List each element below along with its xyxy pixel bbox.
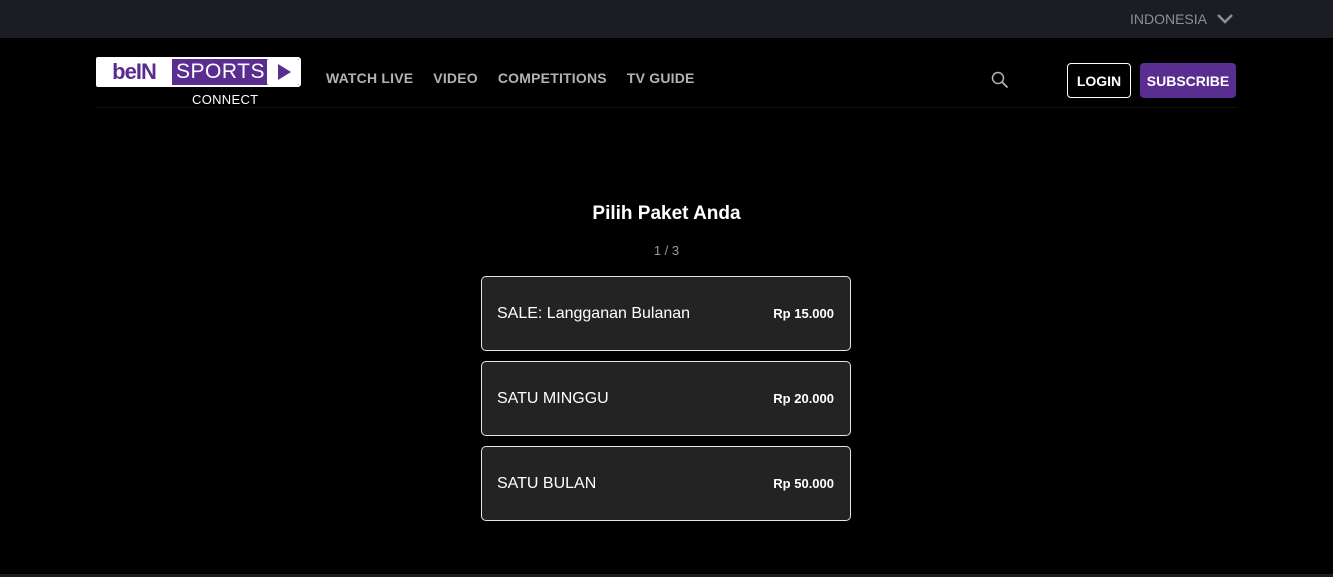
login-button[interactable]: LOGIN (1067, 63, 1131, 98)
logo-bein-text: beIN (96, 57, 172, 87)
plan-option[interactable]: SATU MINGGU Rp 20.000 (481, 361, 851, 436)
plan-price: Rp 15.000 (773, 306, 834, 321)
play-icon (267, 59, 299, 85)
step-indicator: 1 / 3 (653, 243, 680, 258)
nav-tv-guide[interactable]: TV GUIDE (627, 70, 695, 86)
region-selector[interactable]: INDONESIA (1130, 0, 1233, 38)
plan-option[interactable]: SALE: Langganan Bulanan Rp 15.000 (481, 276, 851, 351)
page-title: Pilih Paket Anda (592, 203, 741, 224)
logo-connect-text: CONNECT (192, 92, 259, 107)
chevron-down-icon (1217, 11, 1233, 27)
logo-sports-text: SPORTS (176, 60, 265, 83)
plan-price: Rp 20.000 (773, 391, 834, 406)
plan-name: SALE: Langganan Bulanan (497, 304, 691, 322)
plan-name: SATU MINGGU (497, 389, 609, 407)
plan-price: Rp 50.000 (773, 476, 834, 491)
main-nav: WATCH LIVE VIDEO COMPETITIONS TV GUIDE (326, 70, 695, 86)
region-label: INDONESIA (1129, 11, 1207, 27)
plan-name: SATU BULAN (497, 474, 597, 492)
nav-competitions[interactable]: COMPETITIONS (498, 70, 607, 86)
nav-watch-live[interactable]: WATCH LIVE (326, 70, 413, 86)
search-icon[interactable] (991, 71, 1009, 89)
plan-option[interactable]: SATU BULAN Rp 50.000 (481, 446, 851, 521)
bein-sports-connect-logo[interactable]: beIN SPORTS CONNECT (96, 57, 302, 109)
nav-video[interactable]: VIDEO (433, 70, 478, 86)
subscribe-button[interactable]: SUBSCRIBE (1140, 63, 1236, 98)
